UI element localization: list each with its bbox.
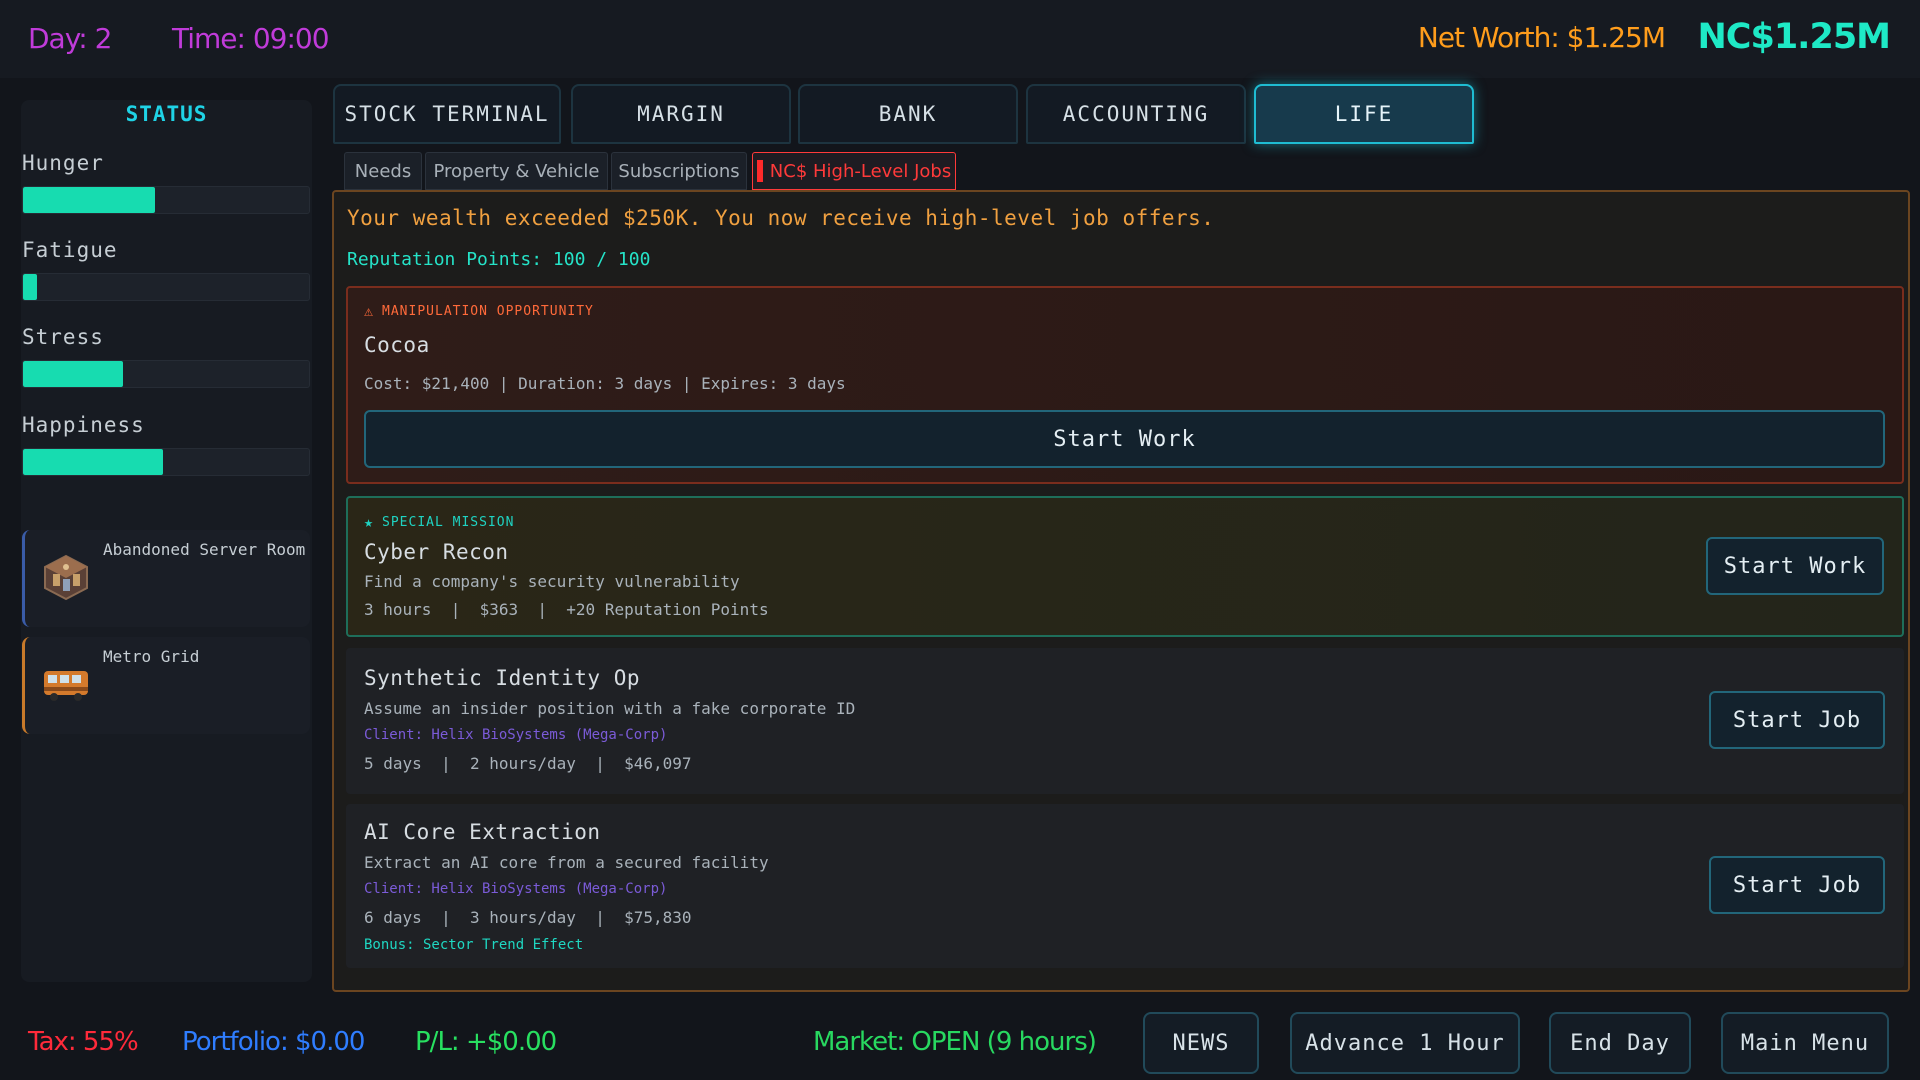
top-bar: Day: 2 Time: 09:00 Net Worth: $1.25M NC$… xyxy=(0,0,1920,78)
manipulation-title: Cocoa xyxy=(364,333,430,357)
job-details: 5 days | 2 hours/day | $46,097 xyxy=(364,754,692,773)
subtab-property-vehicle[interactable]: Property & Vehicle xyxy=(425,152,608,190)
special-mission-tag: ★ SPECIAL MISSION xyxy=(364,513,514,531)
job-title: Synthetic Identity Op xyxy=(364,666,641,690)
main-menu-button[interactable]: Main Menu xyxy=(1721,1012,1889,1074)
subtab-needs[interactable]: Needs xyxy=(344,152,422,190)
fatigue-label: Fatigue xyxy=(22,238,118,262)
warning-icon: ⚠ xyxy=(364,302,375,320)
market-status: Market: OPEN (9 hours) xyxy=(813,1027,1097,1057)
property-label-server-room: Abandoned Server Room xyxy=(103,540,306,559)
tab-bank[interactable]: BANK xyxy=(798,84,1018,144)
job-description: Assume an insider position with a fake c… xyxy=(364,699,856,718)
manipulation-tag-label: MANIPULATION OPPORTUNITY xyxy=(382,303,594,319)
reputation-points: Reputation Points: 100 / 100 xyxy=(347,249,651,270)
tab-accounting[interactable]: ACCOUNTING xyxy=(1026,84,1246,144)
job-start-button[interactable]: Start Job xyxy=(1709,691,1885,749)
stress-bar xyxy=(22,360,310,388)
special-mission-start-work-button[interactable]: Start Work xyxy=(1706,537,1884,595)
tab-margin[interactable]: MARGIN xyxy=(571,84,791,144)
job-start-button[interactable]: Start Job xyxy=(1709,856,1885,914)
happiness-bar-fill xyxy=(23,449,164,475)
subtab-high-level-jobs-label: NC$ High-Level Jobs xyxy=(769,160,952,182)
happiness-label: Happiness xyxy=(22,413,145,437)
job-title: AI Core Extraction xyxy=(364,820,601,844)
stress-bar-fill xyxy=(23,361,124,387)
property-label-metro-grid: Metro Grid xyxy=(103,647,200,666)
hunger-label: Hunger xyxy=(22,151,104,175)
stress-label: Stress xyxy=(22,325,104,349)
fatigue-bar-fill xyxy=(23,274,38,300)
job-bonus: Bonus: Sector Trend Effect xyxy=(364,937,584,953)
status-title: STATUS xyxy=(125,102,208,126)
job-client: Client: Helix BioSystems (Mega-Corp) xyxy=(364,881,668,897)
star-icon: ★ xyxy=(364,513,375,531)
profit-loss: P/L: +$0.00 xyxy=(415,1027,557,1057)
manipulation-details: Cost: $21,400 | Duration: 3 days | Expir… xyxy=(364,374,846,393)
job-details: 6 days | 3 hours/day | $75,830 xyxy=(364,908,692,927)
subtab-high-level-jobs[interactable]: NC$ High-Level Jobs xyxy=(752,152,956,190)
portfolio-value: Portfolio: $0.00 xyxy=(182,1027,365,1057)
special-mission-description: Find a company's security vulnerability xyxy=(364,572,740,591)
special-mission-title: Cyber Recon xyxy=(364,540,509,564)
job-description: Extract an AI core from a secured facili… xyxy=(364,853,769,872)
tax-rate: Tax: 55% xyxy=(28,1027,139,1057)
special-mission-tag-label: SPECIAL MISSION xyxy=(382,514,515,530)
manipulation-start-work-button[interactable]: Start Work xyxy=(364,410,1885,468)
net-worth: Net Worth: $1.25M xyxy=(1417,21,1666,54)
property-card-metro-grid[interactable]: Metro Grid xyxy=(22,637,310,734)
status-panel: STATUS Hunger Fatigue Stress Happiness A… xyxy=(21,100,312,982)
day-counter: Day: 2 xyxy=(28,22,112,55)
time-display: Time: 09:00 xyxy=(172,22,330,55)
special-mission-details: 3 hours | $363 | +20 Reputation Points xyxy=(364,600,769,619)
happiness-bar xyxy=(22,448,310,476)
nc-balance: NC$1.25M xyxy=(1697,17,1891,57)
advance-hour-button[interactable]: Advance 1 Hour xyxy=(1290,1012,1520,1074)
fatigue-bar xyxy=(22,273,310,301)
hunger-bar-fill xyxy=(23,187,155,213)
tab-life[interactable]: LIFE xyxy=(1254,84,1474,144)
wealth-notice: Your wealth exceeded $250K. You now rece… xyxy=(347,206,1215,230)
news-button[interactable]: NEWS xyxy=(1143,1012,1259,1074)
end-day-button[interactable]: End Day xyxy=(1549,1012,1691,1074)
hunger-bar xyxy=(22,186,310,214)
property-card-server-room[interactable]: Abandoned Server Room xyxy=(22,530,310,627)
server-room-icon xyxy=(44,554,88,601)
manipulation-tag: ⚠ MANIPULATION OPPORTUNITY xyxy=(364,302,594,320)
tab-stock-terminal[interactable]: STOCK TERMINAL xyxy=(333,84,561,144)
job-client: Client: Helix BioSystems (Mega-Corp) xyxy=(364,727,668,743)
subtab-subscriptions[interactable]: Subscriptions xyxy=(611,152,747,190)
metro-bus-icon xyxy=(44,671,88,701)
active-tab-marker xyxy=(756,160,763,182)
